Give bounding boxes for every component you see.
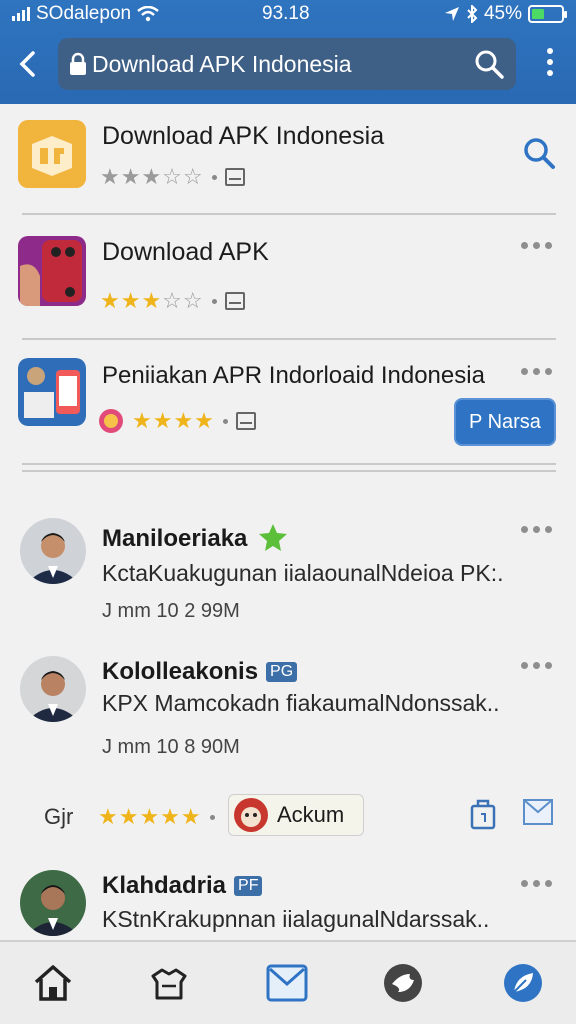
author-name: Kololleakonis xyxy=(102,658,259,685)
bluetooth-icon xyxy=(467,5,478,23)
download-box-icon xyxy=(224,168,245,186)
wifi-icon xyxy=(137,6,159,22)
signal-icon xyxy=(12,7,30,21)
separator-dot xyxy=(211,174,217,180)
divider xyxy=(22,213,556,215)
separator-dot xyxy=(222,418,228,424)
divider xyxy=(22,470,556,472)
status-right: 45% xyxy=(444,3,567,25)
post-info: J mm 10 2 99M xyxy=(102,600,240,622)
app-meta: ★★★☆☆ xyxy=(100,288,245,314)
author-badge: PF xyxy=(234,876,263,896)
rating-stars: ★★★☆☆ xyxy=(100,288,204,313)
app-title: Download APK Indonesia xyxy=(102,122,385,150)
post-author: Klahdadria PF xyxy=(102,872,263,900)
home-icon[interactable] xyxy=(32,962,74,1004)
package-icon xyxy=(18,120,86,188)
browser-nav: Download APK Indonesia xyxy=(0,34,576,96)
star-badge-icon xyxy=(259,524,288,551)
reaction-chip[interactable]: Ackum xyxy=(228,794,364,836)
avatar xyxy=(20,518,86,584)
post-text: KctaKuakugunan iialaounalNdeioa PK:. xyxy=(102,560,504,586)
mail-icon[interactable] xyxy=(266,962,308,1004)
back-button[interactable] xyxy=(12,48,44,80)
app-title: Download APK xyxy=(102,238,269,266)
action-prefix: Gjr xyxy=(44,804,74,829)
top-bar: SOdalepon 93.18 45% Download APK Indones… xyxy=(0,0,576,104)
clock: 93.18 xyxy=(262,3,310,24)
list-item-app-3[interactable]: Peniiakan APR Indorloaid Indonesia ★★★★ … xyxy=(0,340,576,462)
browser-leaf-icon[interactable] xyxy=(502,962,544,1004)
avatar xyxy=(20,656,86,722)
bag-icon[interactable] xyxy=(148,962,190,1004)
list-item-app-1[interactable]: Download APK Indonesia ★★★☆☆ xyxy=(0,104,576,214)
more-menu-button[interactable] xyxy=(542,48,558,80)
post-action-row: Gjr ★★★★★ Ackum xyxy=(0,790,576,844)
download-box-icon xyxy=(224,292,245,310)
post-text: KStnKrakupnnan iialagunalNdarssak.. xyxy=(102,906,490,932)
list-item-post-2[interactable]: Kololleakonis PG KPX Mamcokadn fiakaumalN… xyxy=(0,638,576,778)
item-overflow-menu[interactable] xyxy=(521,526,552,533)
battery-percent: 45% xyxy=(483,3,522,24)
item-overflow-menu[interactable] xyxy=(521,662,552,669)
download-box-icon xyxy=(235,412,256,430)
battery-icon xyxy=(528,5,567,23)
phone-app-icon xyxy=(18,236,86,306)
item-overflow-menu[interactable] xyxy=(521,368,552,375)
list-item-post-3[interactable]: Klahdadria PF KStnKrakupnnan iialagunalNd… xyxy=(0,858,576,940)
carrier-name: SOdalepon xyxy=(36,3,132,24)
carrier: SOdalepon xyxy=(12,3,159,25)
chip-label: Ackum xyxy=(277,802,345,827)
location-icon xyxy=(444,7,459,21)
app-meta: ★★★☆☆ xyxy=(100,164,245,190)
list-item-app-2[interactable]: Download APK ★★★☆☆ xyxy=(0,216,576,338)
rating-stars: ★★★☆☆ xyxy=(100,164,204,189)
bottom-navigation xyxy=(0,940,576,1024)
post-author: Maniloeriaka xyxy=(102,522,288,553)
status-bar: SOdalepon 93.18 45% xyxy=(0,0,576,28)
chat-bird-icon[interactable] xyxy=(382,962,424,1004)
app-meta: ★★★★ xyxy=(98,408,256,434)
author-name: Klahdadria xyxy=(102,872,227,899)
author-badge: PG xyxy=(266,662,298,682)
list-item-post-1[interactable]: Maniloeriaka KctaKuakugunan iialaounalNd… xyxy=(0,500,576,640)
author-name: Maniloeriaka xyxy=(102,525,248,552)
lock-icon xyxy=(70,52,86,75)
install-button[interactable]: P Narsa xyxy=(454,398,556,446)
post-author: Kololleakonis PG xyxy=(102,658,298,686)
address-bar[interactable]: Download APK Indonesia xyxy=(58,38,516,90)
post-info: J mm 10 8 90M xyxy=(102,736,240,758)
avatar-badge-icon xyxy=(99,409,123,433)
app-title: Peniiakan APR Indorloaid Indonesia xyxy=(102,362,485,389)
app-icon-tile xyxy=(18,120,86,188)
action-rating: ★★★★★ xyxy=(98,804,215,830)
separator-dot xyxy=(209,814,215,820)
avatar xyxy=(20,870,86,936)
post-text: KPX Mamcokadn fiakaumalNdonssak.. xyxy=(102,690,500,716)
rating-stars: ★★★★ xyxy=(132,408,215,433)
bookmark-share-icon[interactable] xyxy=(470,798,496,830)
app-icon-tile xyxy=(18,358,86,426)
divider xyxy=(22,463,556,465)
search-icon[interactable] xyxy=(474,49,504,79)
item-overflow-menu[interactable] xyxy=(521,880,552,887)
separator-dot xyxy=(211,298,217,304)
url-text: Download APK Indonesia xyxy=(92,50,352,77)
mascot-icon xyxy=(234,798,268,832)
mail-icon[interactable] xyxy=(522,798,554,826)
rating-stars: ★★★★★ xyxy=(98,804,202,829)
item-overflow-menu[interactable] xyxy=(521,242,552,249)
search-icon[interactable] xyxy=(522,136,556,170)
